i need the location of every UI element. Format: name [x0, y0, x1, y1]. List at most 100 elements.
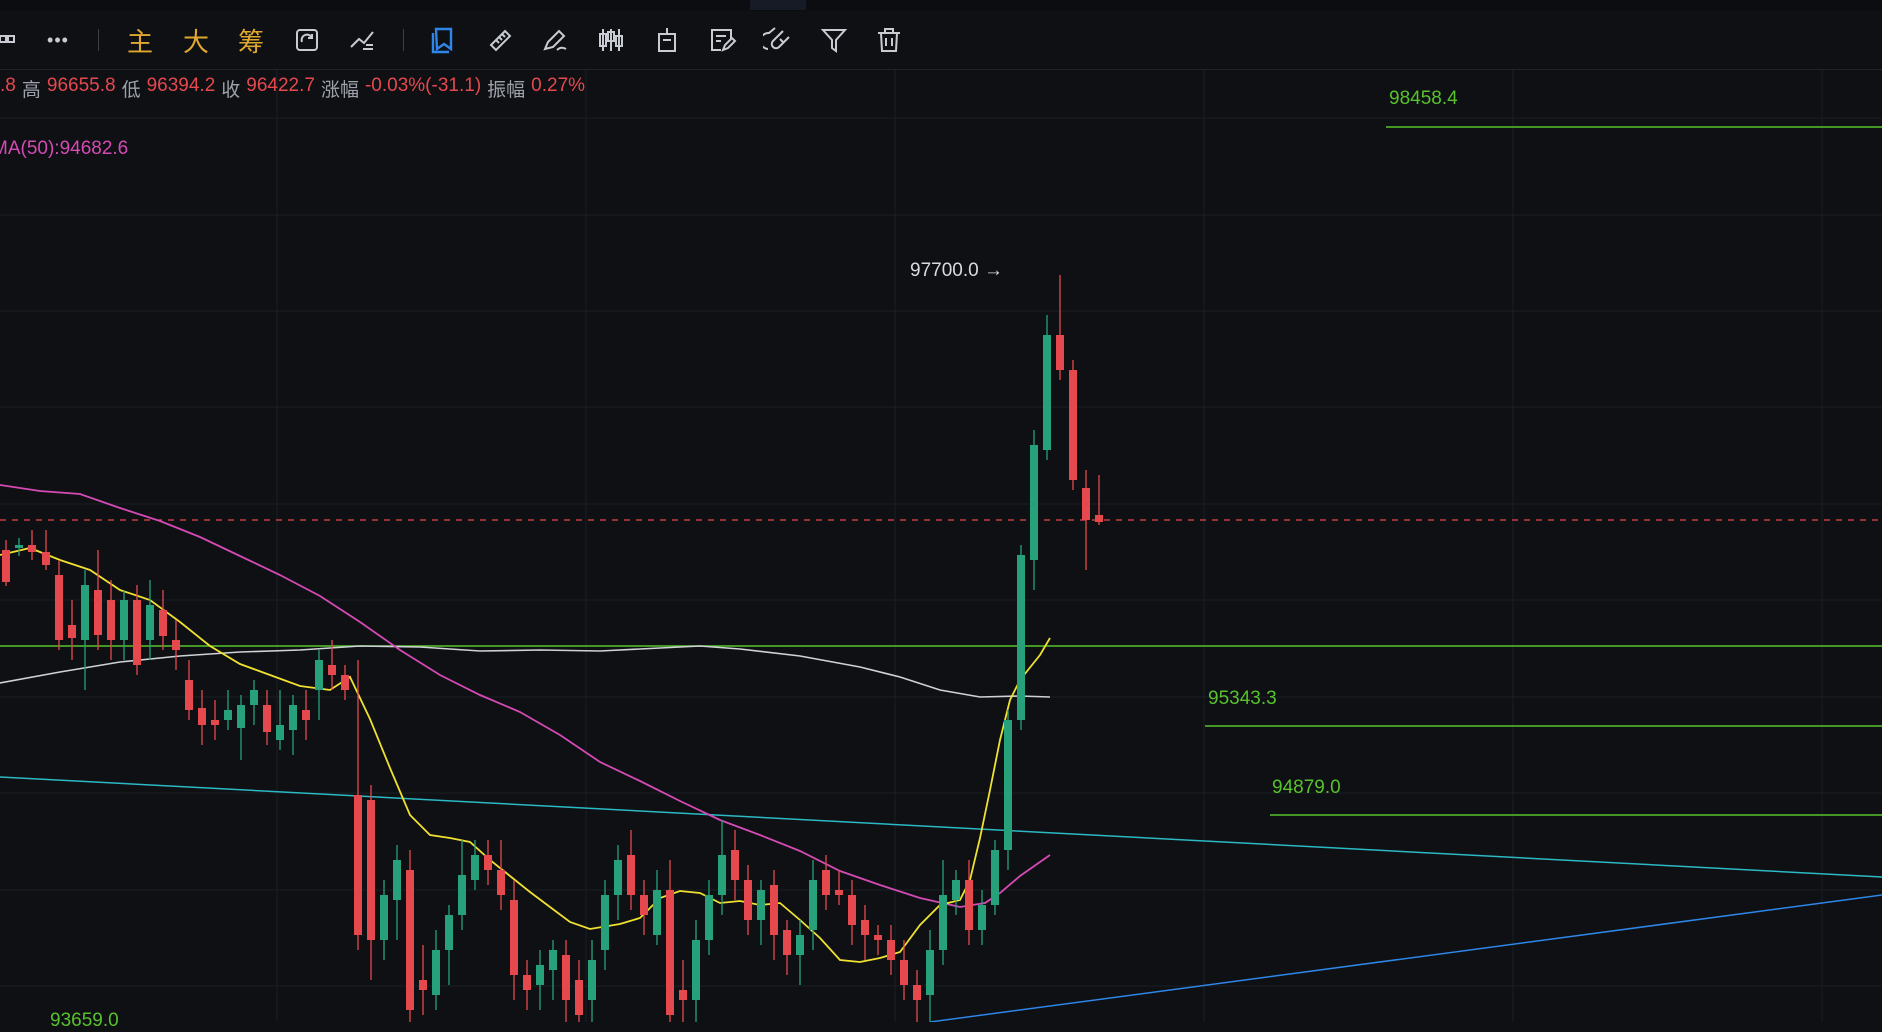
ma-50-readout: MA(50):94682.6 — [0, 138, 129, 159]
candle-body — [653, 890, 661, 935]
candle-body — [796, 935, 804, 955]
candle-body — [68, 625, 76, 638]
candle-body — [510, 900, 518, 975]
delete-icon[interactable] — [873, 25, 905, 55]
reset-icon[interactable] — [291, 25, 323, 55]
main-indicator-button[interactable]: 主 — [124, 25, 156, 57]
candle-body — [783, 930, 791, 955]
candle-body — [211, 720, 219, 725]
candle-body — [380, 895, 388, 940]
candle-body — [926, 950, 934, 995]
candle-body — [302, 710, 310, 720]
candle-body — [692, 940, 700, 1000]
trendline-blue — [929, 894, 1882, 1022]
candle-body — [991, 850, 999, 905]
candle-body — [900, 960, 908, 985]
toolbar-divider — [98, 29, 99, 51]
candle-body — [705, 895, 713, 940]
candle-body — [679, 990, 687, 1000]
candle-body — [952, 880, 960, 900]
candle-body — [445, 915, 453, 950]
amplitude-value: 0.27% — [531, 75, 586, 96]
candle-body — [497, 870, 505, 895]
candle-body — [536, 965, 544, 985]
more-button[interactable]: ••• — [42, 25, 74, 55]
mark-icon[interactable] — [428, 25, 460, 55]
candle-body — [315, 660, 323, 690]
candle-body — [237, 705, 245, 728]
candle-body — [419, 980, 427, 990]
candle-body — [978, 905, 986, 930]
change-label: 涨幅 — [320, 80, 359, 101]
change-value: -0.03%(-31.1) — [364, 75, 482, 96]
candle-body — [640, 895, 648, 915]
filter-icon[interactable] — [818, 25, 850, 55]
candle-type-icon[interactable] — [595, 25, 627, 55]
ohlc-readout: .8 高 96655.8 低 96394.2 收 96422.7 涨幅 -0.0… — [0, 75, 586, 101]
candle-body — [393, 860, 401, 900]
ruler-icon[interactable] — [484, 25, 516, 55]
candle-body — [965, 880, 973, 930]
candle-body — [250, 690, 258, 705]
big-order-button[interactable]: 大 — [180, 25, 212, 57]
level-label-93659: 93659.0 — [50, 1010, 119, 1031]
candle-body — [1056, 335, 1064, 370]
candle-body — [15, 545, 23, 548]
trendline-cyan — [0, 776, 1882, 878]
candle-body — [55, 575, 63, 640]
chart-grid — [0, 70, 1882, 1022]
candle-body — [614, 860, 622, 895]
candle-body — [2, 550, 10, 582]
level-label-95343: 95343.3 — [1208, 688, 1277, 709]
candle-body — [159, 610, 167, 636]
level-label-98458: 98458.4 — [1389, 88, 1458, 109]
candle-body — [471, 855, 479, 880]
active-tab-indicator[interactable] — [750, 0, 806, 10]
ma-50-line — [0, 484, 1051, 908]
candle-body — [913, 985, 921, 1000]
high-value: 96655.8 — [46, 75, 116, 96]
candle-body — [848, 895, 856, 925]
candle-body — [224, 710, 232, 720]
candle-body — [1069, 370, 1077, 480]
candle-body — [341, 675, 349, 690]
level-label-94879: 94879.0 — [1272, 777, 1341, 798]
candle-body — [1017, 555, 1025, 720]
candle-body — [1082, 488, 1090, 520]
draw-icon[interactable] — [539, 25, 571, 55]
ma-short-line — [0, 547, 1051, 963]
candle-body — [562, 955, 570, 1000]
high-label: 高 — [21, 80, 41, 101]
candle-body — [406, 870, 414, 1010]
chart-toolbar: ••• 主 大 筹 — [0, 11, 1882, 70]
candle-body — [432, 950, 440, 995]
candle-body — [718, 855, 726, 895]
candle-body — [822, 870, 830, 895]
price-chart[interactable] — [0, 70, 1882, 1022]
candle-body — [744, 880, 752, 920]
low-label: 低 — [121, 80, 141, 101]
candle-body — [133, 600, 141, 665]
indicator-icon[interactable] — [346, 25, 378, 55]
toolbar-divider — [403, 29, 404, 51]
candle-body — [185, 680, 193, 710]
ma-long-line — [0, 645, 1051, 698]
candle-body — [458, 875, 466, 915]
candle-body — [549, 950, 557, 970]
candle-body — [94, 590, 102, 635]
grid-icon[interactable] — [0, 25, 18, 55]
candle-body — [107, 600, 115, 640]
candle-body — [601, 895, 609, 950]
chip-distribution-button[interactable]: 筹 — [235, 25, 267, 57]
candle-body — [627, 855, 635, 895]
timeframe-icon[interactable] — [651, 25, 683, 55]
magnet-icon[interactable] — [762, 25, 794, 55]
amplitude-label: 振幅 — [487, 80, 526, 101]
candle-body — [757, 890, 765, 920]
candle-body — [809, 880, 817, 930]
candle-body — [42, 552, 50, 565]
candle-body — [263, 705, 271, 732]
candle-body — [1030, 445, 1038, 560]
candle-body — [1095, 515, 1103, 522]
note-icon[interactable] — [706, 25, 738, 55]
